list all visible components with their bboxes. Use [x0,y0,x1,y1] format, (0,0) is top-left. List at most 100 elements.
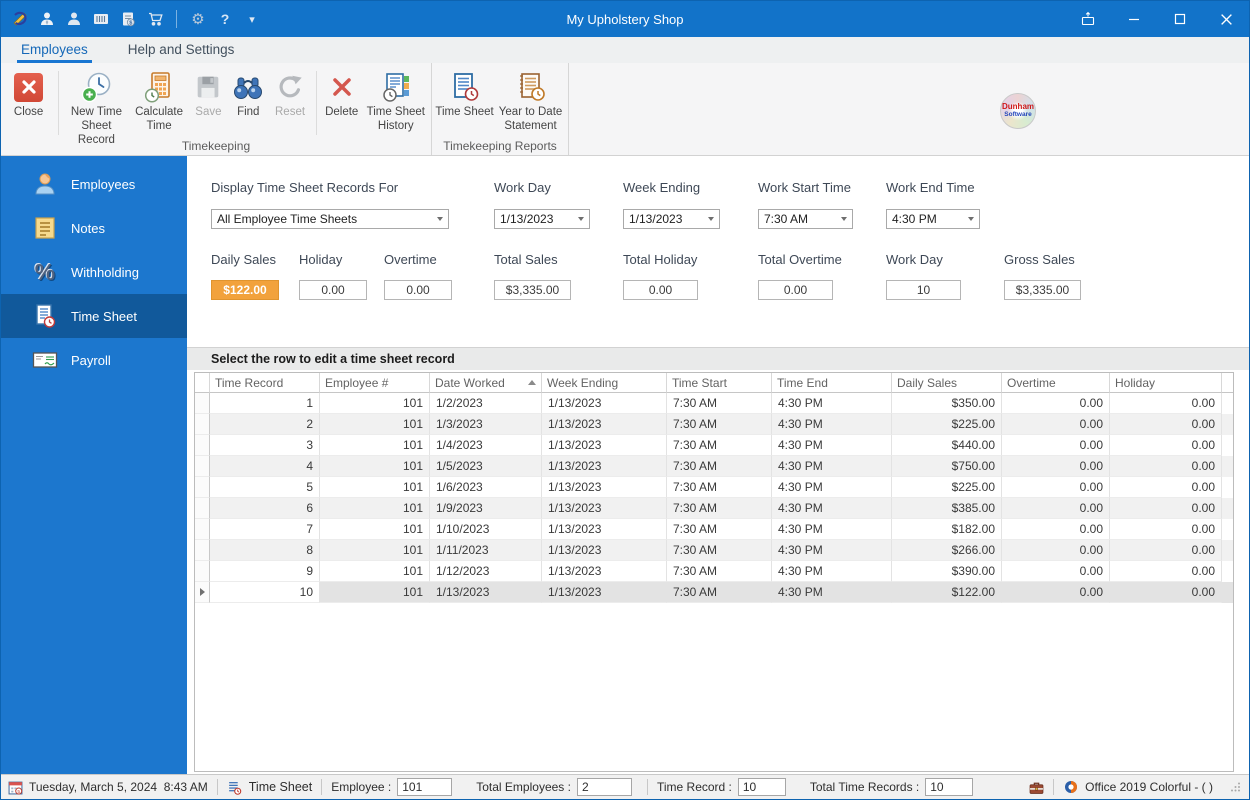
chevron-down-icon[interactable] [432,217,448,221]
grid-cell-daily-sales[interactable]: $350.00 [892,393,1002,414]
table-row[interactable]: 31011/4/20231/13/20237:30 AM4:30 PM$440.… [195,435,1233,456]
column-header-daily-sales[interactable]: Daily Sales [892,373,1002,393]
grid-cell-time-record[interactable]: 4 [210,456,320,477]
table-row[interactable]: 21011/3/20231/13/20237:30 AM4:30 PM$225.… [195,414,1233,435]
time-sheet-report-button[interactable]: Time Sheet [434,67,495,120]
close-window-button[interactable] [1203,1,1249,37]
column-header-week-ending[interactable]: Week Ending [542,373,667,393]
grid-cell-time-end[interactable]: 4:30 PM [772,519,892,540]
overtime-field[interactable]: 0.00 [384,280,452,300]
find-button[interactable]: Find [228,67,268,120]
work-day-total-field[interactable]: 10 [886,280,961,300]
help-icon[interactable]: ? [216,10,234,28]
total-overtime-field[interactable]: 0.00 [758,280,833,300]
grid-cell-employee[interactable]: 101 [320,477,430,498]
grid-cell-overtime[interactable]: 0.00 [1002,582,1110,603]
chevron-down-icon[interactable] [573,217,589,221]
grid-cell-time-record[interactable]: 1 [210,393,320,414]
grid-cell-week-ending[interactable]: 1/13/2023 [542,498,667,519]
grid-cell-date-worked[interactable]: 1/5/2023 [430,456,542,477]
grid-cell-week-ending[interactable]: 1/13/2023 [542,540,667,561]
grid-cell-daily-sales[interactable]: $122.00 [892,582,1002,603]
grid-cell-holiday[interactable]: 0.00 [1110,519,1222,540]
year-to-date-statement-button[interactable]: Year to Date Statement [495,67,566,134]
total-sales-field[interactable]: $3,335.00 [494,280,571,300]
grid-cell-holiday[interactable]: 0.00 [1110,393,1222,414]
grid-cell-holiday[interactable]: 0.00 [1110,477,1222,498]
grid-cell-date-worked[interactable]: 1/2/2023 [430,393,542,414]
grid-cell-time-start[interactable]: 7:30 AM [667,393,772,414]
total-holiday-field[interactable]: 0.00 [623,280,698,300]
work-day-dropdown[interactable]: 1/13/2023 [494,209,590,229]
grid-cell-overtime[interactable]: 0.00 [1002,561,1110,582]
qat-customize-chevron-icon[interactable]: ▾ [243,10,261,28]
grid-cell-daily-sales[interactable]: $266.00 [892,540,1002,561]
calculate-time-button[interactable]: Calculate Time [130,67,189,134]
grid-cell-holiday[interactable]: 0.00 [1110,456,1222,477]
manager-icon[interactable] [38,10,56,28]
grid-cell-daily-sales[interactable]: $182.00 [892,519,1002,540]
grid-cell-week-ending[interactable]: 1/13/2023 [542,414,667,435]
grid-cell-employee[interactable]: 101 [320,561,430,582]
grid-cell-time-end[interactable]: 4:30 PM [772,582,892,603]
work-end-time-dropdown[interactable]: 4:30 PM [886,209,980,229]
table-row[interactable]: 91011/12/20231/13/20237:30 AM4:30 PM$390… [195,561,1233,582]
ribbon-display-options-button[interactable] [1065,1,1111,37]
tab-employees[interactable]: Employees [19,38,90,63]
grid-cell-time-record[interactable]: 2 [210,414,320,435]
grid-cell-holiday[interactable]: 0.00 [1110,498,1222,519]
grid-cell-time-end[interactable]: 4:30 PM [772,414,892,435]
grid-cell-time-record[interactable]: 10 [210,582,320,603]
grid-cell-overtime[interactable]: 0.00 [1002,519,1110,540]
tab-help-and-settings[interactable]: Help and Settings [126,38,237,63]
barcode-icon[interactable] [92,10,110,28]
grid-cell-overtime[interactable]: 0.00 [1002,435,1110,456]
grid-cell-holiday[interactable]: 0.00 [1110,561,1222,582]
grid-cell-employee[interactable]: 101 [320,519,430,540]
grid-cell-date-worked[interactable]: 1/6/2023 [430,477,542,498]
holiday-field[interactable]: 0.00 [299,280,367,300]
time-record-field[interactable]: 10 [738,778,786,796]
grid-cell-date-worked[interactable]: 1/12/2023 [430,561,542,582]
sidebar-item-time-sheet[interactable]: Time Sheet [1,294,187,338]
column-header-time-end[interactable]: Time End [772,373,892,393]
grid-cell-time-end[interactable]: 4:30 PM [772,477,892,498]
invoice-icon[interactable]: $ [119,10,137,28]
grid-cell-time-end[interactable]: 4:30 PM [772,540,892,561]
grid-cell-daily-sales[interactable]: $750.00 [892,456,1002,477]
week-ending-dropdown[interactable]: 1/13/2023 [623,209,720,229]
grid-cell-time-start[interactable]: 7:30 AM [667,456,772,477]
grid-cell-employee[interactable]: 101 [320,582,430,603]
grid-cell-overtime[interactable]: 0.00 [1002,414,1110,435]
table-row[interactable]: 51011/6/20231/13/20237:30 AM4:30 PM$225.… [195,477,1233,498]
grid-cell-time-record[interactable]: 8 [210,540,320,561]
grid-cell-daily-sales[interactable]: $225.00 [892,414,1002,435]
save-button[interactable]: Save [188,67,228,120]
grid-cell-overtime[interactable]: 0.00 [1002,393,1110,414]
column-header-time-record[interactable]: Time Record [210,373,320,393]
grid-cell-employee[interactable]: 101 [320,393,430,414]
grid-cell-date-worked[interactable]: 1/9/2023 [430,498,542,519]
grid-cell-week-ending[interactable]: 1/13/2023 [542,477,667,498]
grid-cell-time-record[interactable]: 7 [210,519,320,540]
grid-cell-time-start[interactable]: 7:30 AM [667,477,772,498]
grid-cell-daily-sales[interactable]: $440.00 [892,435,1002,456]
grid-cell-holiday[interactable]: 0.00 [1110,435,1222,456]
grid-cell-overtime[interactable]: 0.00 [1002,477,1110,498]
grid-cell-employee[interactable]: 101 [320,414,430,435]
grid-cell-date-worked[interactable]: 1/4/2023 [430,435,542,456]
grid-cell-employee[interactable]: 101 [320,498,430,519]
employee-icon[interactable] [65,10,83,28]
column-header-holiday[interactable]: Holiday [1110,373,1222,393]
grid-cell-time-record[interactable]: 6 [210,498,320,519]
sidebar-item-withholding[interactable]: % Withholding [1,250,187,294]
grid-cell-week-ending[interactable]: 1/13/2023 [542,561,667,582]
grid-cell-week-ending[interactable]: 1/13/2023 [542,582,667,603]
grid-cell-time-start[interactable]: 7:30 AM [667,498,772,519]
grid-cell-time-start[interactable]: 7:30 AM [667,540,772,561]
grid-cell-daily-sales[interactable]: $385.00 [892,498,1002,519]
grid-cell-week-ending[interactable]: 1/13/2023 [542,519,667,540]
grid-cell-time-end[interactable]: 4:30 PM [772,393,892,414]
chevron-down-icon[interactable] [836,217,852,221]
grid-cell-date-worked[interactable]: 1/10/2023 [430,519,542,540]
